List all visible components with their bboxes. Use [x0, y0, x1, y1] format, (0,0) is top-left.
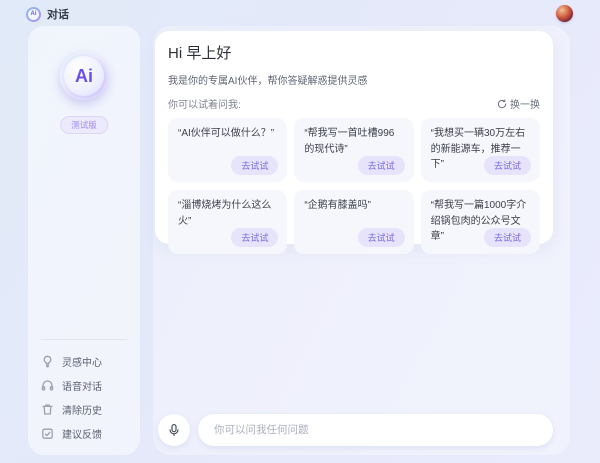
suggestion-card: “帮我写一首吐槽996的现代诗” 去试试	[294, 118, 413, 182]
sidebar-item-label: 灵感中心	[62, 354, 102, 369]
sidebar-divider	[41, 339, 127, 340]
app-logo-icon: Ai	[26, 7, 41, 22]
user-avatar[interactable]	[556, 5, 573, 22]
sidebar-item-label: 语音对话	[62, 378, 102, 393]
question-input[interactable]	[198, 414, 553, 446]
prompt-label: 你可以试着问我:	[168, 96, 241, 111]
app-title: 对话	[47, 6, 69, 22]
sidebar-item-voice-chat[interactable]: 语音对话	[41, 373, 127, 397]
ai-logo-text: Ai	[64, 56, 104, 96]
main-panel: Hi 早上好 我是你的专属AI伙伴，帮你答疑解惑提供灵感 你可以试着问我: 换一…	[153, 26, 570, 455]
sidebar-menu: 灵感中心 语音对话 清除历史 建议反馈	[28, 339, 140, 445]
sidebar-item-feedback[interactable]: 建议反馈	[41, 421, 127, 445]
suggestion-text: “AI伙伴可以做什么？”	[178, 126, 277, 142]
suggestion-grid: “AI伙伴可以做什么？” 去试试 “帮我写一首吐槽996的现代诗” 去试试 “我…	[168, 118, 540, 254]
try-it-button[interactable]: 去试试	[358, 156, 405, 175]
sidebar-item-label: 清除历史	[62, 402, 102, 417]
greeting-card: Hi 早上好 我是你的专属AI伙伴，帮你答疑解惑提供灵感 你可以试着问我: 换一…	[155, 31, 553, 244]
headphones-icon	[41, 379, 54, 392]
ai-logo: Ai	[60, 52, 108, 100]
trash-icon	[41, 403, 54, 416]
try-it-button[interactable]: 去试试	[231, 156, 278, 175]
sidebar-item-label: 建议反馈	[62, 426, 102, 441]
suggestion-card: “淄博烧烤为什么这么火” 去试试	[168, 190, 287, 254]
try-it-button[interactable]: 去试试	[231, 228, 278, 247]
feedback-icon	[41, 427, 54, 440]
topbar: Ai 对话	[0, 0, 600, 28]
suggestion-card: “我想买一辆30万左右的新能源车，推荐一下” 去试试	[421, 118, 540, 182]
refresh-suggestions-button[interactable]: 换一换	[497, 96, 540, 111]
try-it-button[interactable]: 去试试	[484, 156, 531, 175]
voice-input-button[interactable]	[158, 414, 190, 446]
lightbulb-icon	[41, 355, 54, 368]
suggestion-card: “AI伙伴可以做什么？” 去试试	[168, 118, 287, 182]
greeting-subtitle: 我是你的专属AI伙伴，帮你答疑解惑提供灵感	[168, 72, 540, 87]
try-it-button[interactable]: 去试试	[358, 228, 405, 247]
suggestion-text: “淄博烧烤为什么这么火”	[178, 198, 277, 229]
microphone-icon	[167, 423, 181, 437]
sidebar: Ai 测试版 灵感中心 语音对话	[28, 26, 140, 455]
prompt-row: 你可以试着问我: 换一换	[168, 96, 540, 111]
greeting-title: Hi 早上好	[168, 42, 540, 63]
suggestion-card: “企鹅有膝盖吗” 去试试	[294, 190, 413, 254]
suggestion-card: “帮我写一篇1000字介绍锅包肉的公众号文章” 去试试	[421, 190, 540, 254]
sidebar-item-inspiration[interactable]: 灵感中心	[41, 349, 127, 373]
beta-badge: 测试版	[60, 116, 108, 134]
try-it-button[interactable]: 去试试	[484, 228, 531, 247]
sidebar-item-clear-history[interactable]: 清除历史	[41, 397, 127, 421]
refresh-icon	[497, 99, 507, 109]
refresh-label: 换一换	[510, 96, 540, 111]
suggestion-text: “帮我写一首吐槽996的现代诗”	[304, 126, 403, 157]
suggestion-text: “企鹅有膝盖吗”	[304, 198, 403, 214]
